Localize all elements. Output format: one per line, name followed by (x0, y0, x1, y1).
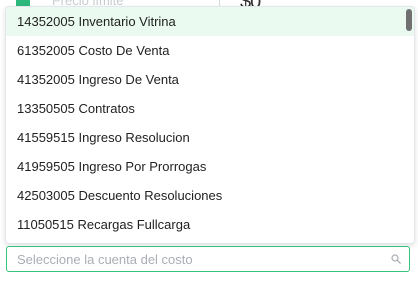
scrollbar-thumb[interactable] (406, 9, 412, 31)
options-list: 14352005 Inventario Vitrina 61352005 Cos… (6, 7, 414, 239)
cost-account-select[interactable] (6, 246, 410, 272)
dropdown-option[interactable]: 11050515 Recargas Fullcarga (6, 210, 414, 239)
cost-account-search-input[interactable] (7, 247, 387, 271)
page: Precio límite $0 14352005 Inventario Vit… (0, 0, 418, 284)
dropdown-option[interactable]: 13350505 Contratos (6, 94, 414, 123)
dropdown-option[interactable]: 41559515 Ingreso Resolucion (6, 123, 414, 152)
dropdown-option[interactable]: 61352005 Costo De Venta (6, 36, 414, 65)
dropdown-option[interactable]: 14352005 Inventario Vitrina (6, 7, 414, 36)
account-dropdown-list: 14352005 Inventario Vitrina 61352005 Cos… (5, 6, 415, 244)
dropdown-option[interactable]: 41959505 Ingreso Por Prorrogas (6, 152, 414, 181)
search-icon (391, 254, 401, 264)
dropdown-option[interactable]: 42503005 Descuento Resoluciones (6, 181, 414, 210)
dropdown-option[interactable]: 41352005 Ingreso De Venta (6, 65, 414, 94)
scrollbar[interactable] (406, 9, 412, 239)
